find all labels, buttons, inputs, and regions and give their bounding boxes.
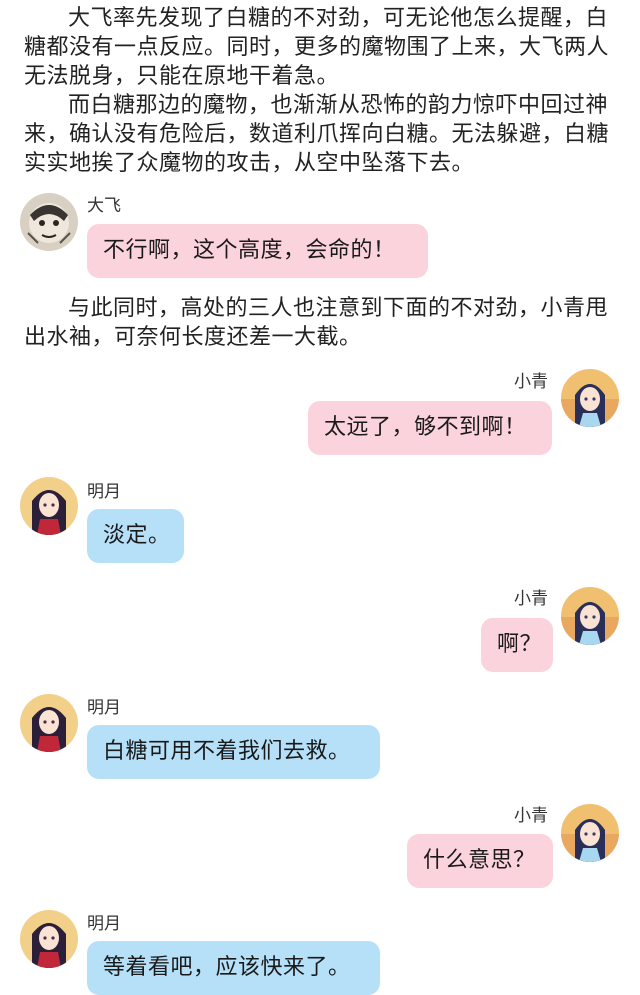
xiaoqing-avatar [561,587,619,645]
xiaoqing-avatar [561,369,619,427]
mingyue-avatar [20,477,78,535]
speaker-name: 小青 [514,372,548,392]
chat-bubble: 太远了，够不到啊！ [308,401,552,455]
speaker-name: 小青 [514,806,548,826]
speaker-name: 明月 [87,914,121,934]
story-paragraph: 与此同时，高处的三人也注意到下面的不对劲，小青甩出水袖，可奈何长度还差一大截。 [24,296,609,350]
chat-bubble: 白糖可用不着我们去救。 [87,725,380,779]
xiaoqing-avatar [561,804,619,862]
chat-bubble: 淡定。 [87,509,184,563]
mingyue-avatar [20,910,78,968]
chat-bubble: 啊？ [481,618,553,672]
dafei-avatar [20,193,78,251]
speaker-name: 明月 [87,698,121,718]
mingyue-avatar [20,694,78,752]
chat-bubble: 等着看吧，应该快来了。 [87,941,380,995]
chat-bubble: 不行啊，这个高度，会命的！ [87,224,428,278]
story-paragraph: 而白糖那边的魔物，也渐渐从恐怖的韵力惊吓中回过神来，确认没有危险后，数道利爪挥向… [24,93,610,176]
story-paragraph: 大飞率先发现了白糖的不对劲，可无论他怎么提醒，白糖都没有一点反应。同时，更多的魔… [24,6,610,89]
speaker-name: 明月 [87,482,121,502]
speaker-name: 大飞 [87,196,121,216]
speaker-name: 小青 [514,589,548,609]
chat-bubble: 什么意思？ [407,834,553,888]
